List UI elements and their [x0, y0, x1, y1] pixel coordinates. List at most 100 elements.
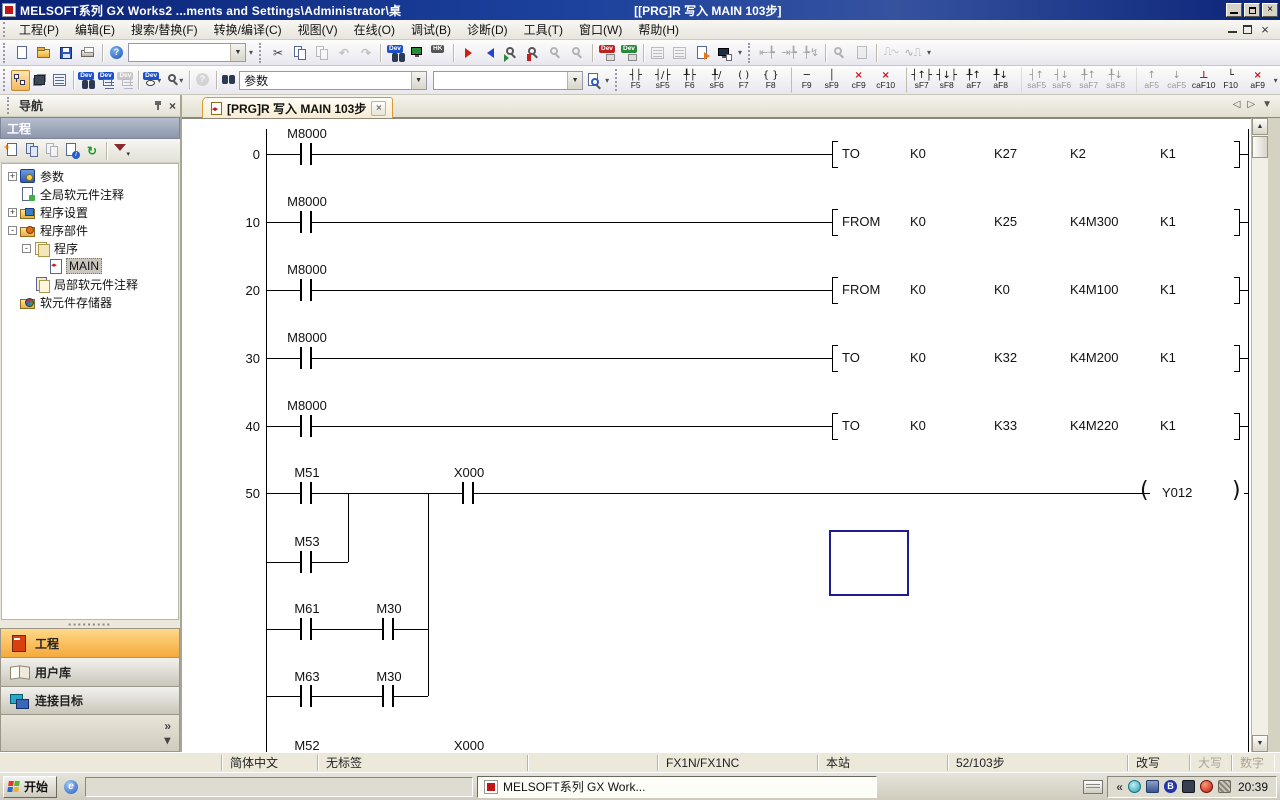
close-button[interactable]: ×	[1262, 3, 1278, 17]
ladder-symbol-button[interactable]: ╀↑ saF7	[1075, 67, 1102, 93]
device-comment-grid-button[interactable]: Dev	[96, 70, 116, 91]
tree-expand-icon[interactable]	[36, 262, 45, 271]
workspace-combobox[interactable]: ▼	[128, 43, 246, 62]
menu-item[interactable]: 诊断(D)	[459, 19, 516, 40]
ladder-symbol-button[interactable]: ┤↑├ sF7	[906, 67, 933, 93]
nav-view-button[interactable]: 用户库	[0, 657, 180, 686]
device-monitor-1-button[interactable]: Dev	[596, 42, 618, 63]
scroll-down-icon[interactable]: ▼	[1252, 735, 1268, 752]
tree-expand-icon[interactable]	[8, 298, 17, 307]
zoom-button[interactable]: ▾	[164, 70, 186, 91]
ladder-symbol-button[interactable]: ╀↓ saF8	[1102, 67, 1129, 93]
cut-button[interactable]: ✂	[267, 42, 289, 63]
panel-splitter[interactable]: ▪▪▪▪▪▪▪▪▪	[0, 620, 180, 628]
device-comment-find-button[interactable]: Dev	[76, 70, 96, 91]
toolbar-overflow-icon[interactable]: ▾	[1271, 76, 1280, 85]
tray-status-icon[interactable]	[1200, 780, 1213, 793]
monitor-resume-button[interactable]	[567, 42, 589, 63]
step-break-button[interactable]: ⇥╄	[778, 42, 800, 63]
restore-button[interactable]	[1244, 3, 1260, 17]
find-value-combobox[interactable]: ▼	[433, 71, 583, 90]
nav-view-button[interactable]: 工程	[0, 628, 180, 657]
ladder-symbol-button[interactable]: × aF9	[1244, 67, 1271, 93]
print-button[interactable]	[77, 42, 99, 63]
mdi-restore-icon[interactable]	[1243, 25, 1252, 34]
tree-item[interactable]: 局部软元件注释	[2, 275, 178, 293]
step-skip-button[interactable]: ╄↯	[800, 42, 822, 63]
document-tab[interactable]: [PRG]R 写入 MAIN 103步 ×	[202, 97, 393, 118]
write-to-plc-button[interactable]	[457, 42, 479, 63]
minimize-button[interactable]	[1226, 3, 1242, 17]
tray-app-icon[interactable]	[1218, 780, 1231, 793]
menu-item[interactable]: 窗口(W)	[571, 19, 630, 40]
pin-icon[interactable]	[154, 100, 163, 111]
menu-item[interactable]: 在线(O)	[346, 19, 403, 40]
find-in-page-button[interactable]	[583, 70, 603, 91]
help-context-button[interactable]: ?	[193, 70, 213, 91]
tree-expand-icon[interactable]	[22, 280, 31, 289]
tab-scroll-right-icon[interactable]: ▷	[1247, 99, 1255, 110]
ladder-symbol-button[interactable]: ┤├ F5	[622, 67, 649, 93]
watch-button[interactable]	[829, 42, 851, 63]
nav-chevron-area[interactable]: »▾	[0, 715, 180, 752]
device-monitor-2-button[interactable]: Dev	[618, 42, 640, 63]
refresh-icon[interactable]: ↻	[83, 142, 101, 160]
ladder-symbol-button[interactable]: ↓ caF5	[1163, 67, 1190, 93]
toolbar-overflow-icon[interactable]: ▾	[603, 76, 612, 85]
open-project-button[interactable]	[33, 42, 55, 63]
statement-display-button[interactable]	[669, 42, 691, 63]
menu-item[interactable]: 编辑(E)	[67, 19, 123, 40]
mdi-minimize-icon[interactable]	[1228, 23, 1237, 33]
paste-item-icon[interactable]	[43, 142, 61, 160]
help-button[interactable]: ?	[106, 42, 128, 63]
device-display-button[interactable]	[406, 42, 428, 63]
filter-icon[interactable]: ▾	[112, 142, 130, 160]
tree-item[interactable]: + 参数	[2, 167, 178, 185]
list-view-button[interactable]	[50, 70, 70, 91]
monitor-stop-button[interactable]	[523, 42, 545, 63]
copy-item-icon[interactable]	[23, 142, 41, 160]
undo-button[interactable]: ↶	[333, 42, 355, 63]
monitor-window-button[interactable]	[713, 42, 735, 63]
quick-launch-button[interactable]: e	[61, 777, 81, 797]
ladder-symbol-button[interactable]: ┤↓ saF6	[1048, 67, 1075, 93]
device-batch-button[interactable]: HK	[428, 42, 450, 63]
nav-view-button[interactable]: 连接目标	[0, 686, 180, 715]
tab-close-icon[interactable]: ×	[371, 101, 386, 116]
ladder-symbol-button[interactable]: ┤↑ saF5	[1021, 67, 1048, 93]
toolbar-overflow-icon[interactable]: ▾	[924, 48, 934, 57]
ladder-symbol-button[interactable]: × cF10	[872, 67, 899, 93]
module-config-button[interactable]	[30, 70, 50, 91]
scrollbar-thumb[interactable]	[1252, 136, 1268, 158]
item-property-icon[interactable]: i	[63, 142, 81, 160]
ladder-symbol-button[interactable]: └ F10	[1217, 67, 1244, 93]
vertical-scrollbar[interactable]: ▲ ▼	[1251, 118, 1268, 752]
menu-item[interactable]: 转换/编译(C)	[206, 19, 290, 40]
scroll-up-icon[interactable]: ▲	[1252, 118, 1268, 135]
step-run-button[interactable]: ⇤╄	[756, 42, 778, 63]
tree-expand-icon[interactable]: +	[8, 172, 17, 181]
tree-expand-icon[interactable]	[8, 190, 17, 199]
mdi-close-icon[interactable]: ×	[1258, 23, 1272, 36]
menu-item[interactable]: 搜索/替换(F)	[123, 19, 206, 40]
sampling-trace-1-button[interactable]: ⎍∿	[880, 42, 902, 63]
menu-item[interactable]: 视图(V)	[290, 19, 346, 40]
tree-item[interactable]: MAIN	[2, 257, 178, 275]
new-project-button[interactable]	[11, 42, 33, 63]
ladder-symbol-button[interactable]: ╀↑ aF7	[960, 67, 987, 93]
tray-display-icon[interactable]	[1182, 780, 1195, 793]
note-edit-button[interactable]	[691, 42, 713, 63]
navigation-window-toggle[interactable]	[11, 70, 31, 91]
start-button[interactable]: 开始	[3, 776, 57, 798]
menu-item[interactable]: 帮助(H)	[630, 19, 687, 40]
new-item-icon[interactable]: +	[3, 142, 21, 160]
tree-expand-icon[interactable]: +	[8, 208, 17, 217]
ladder-symbol-button[interactable]: ─ F9	[791, 67, 818, 93]
monitor-start-button[interactable]	[501, 42, 523, 63]
paste-button[interactable]	[311, 42, 333, 63]
sampling-trace-2-button[interactable]: ∿⎍	[902, 42, 924, 63]
device-find-button[interactable]: Dev	[384, 42, 406, 63]
ladder-symbol-button[interactable]: ┤/├ sF5	[649, 67, 676, 93]
ladder-symbol-button[interactable]: ⊥ caF10	[1190, 67, 1217, 93]
tab-scroll-left-icon[interactable]: ◁	[1233, 99, 1241, 110]
